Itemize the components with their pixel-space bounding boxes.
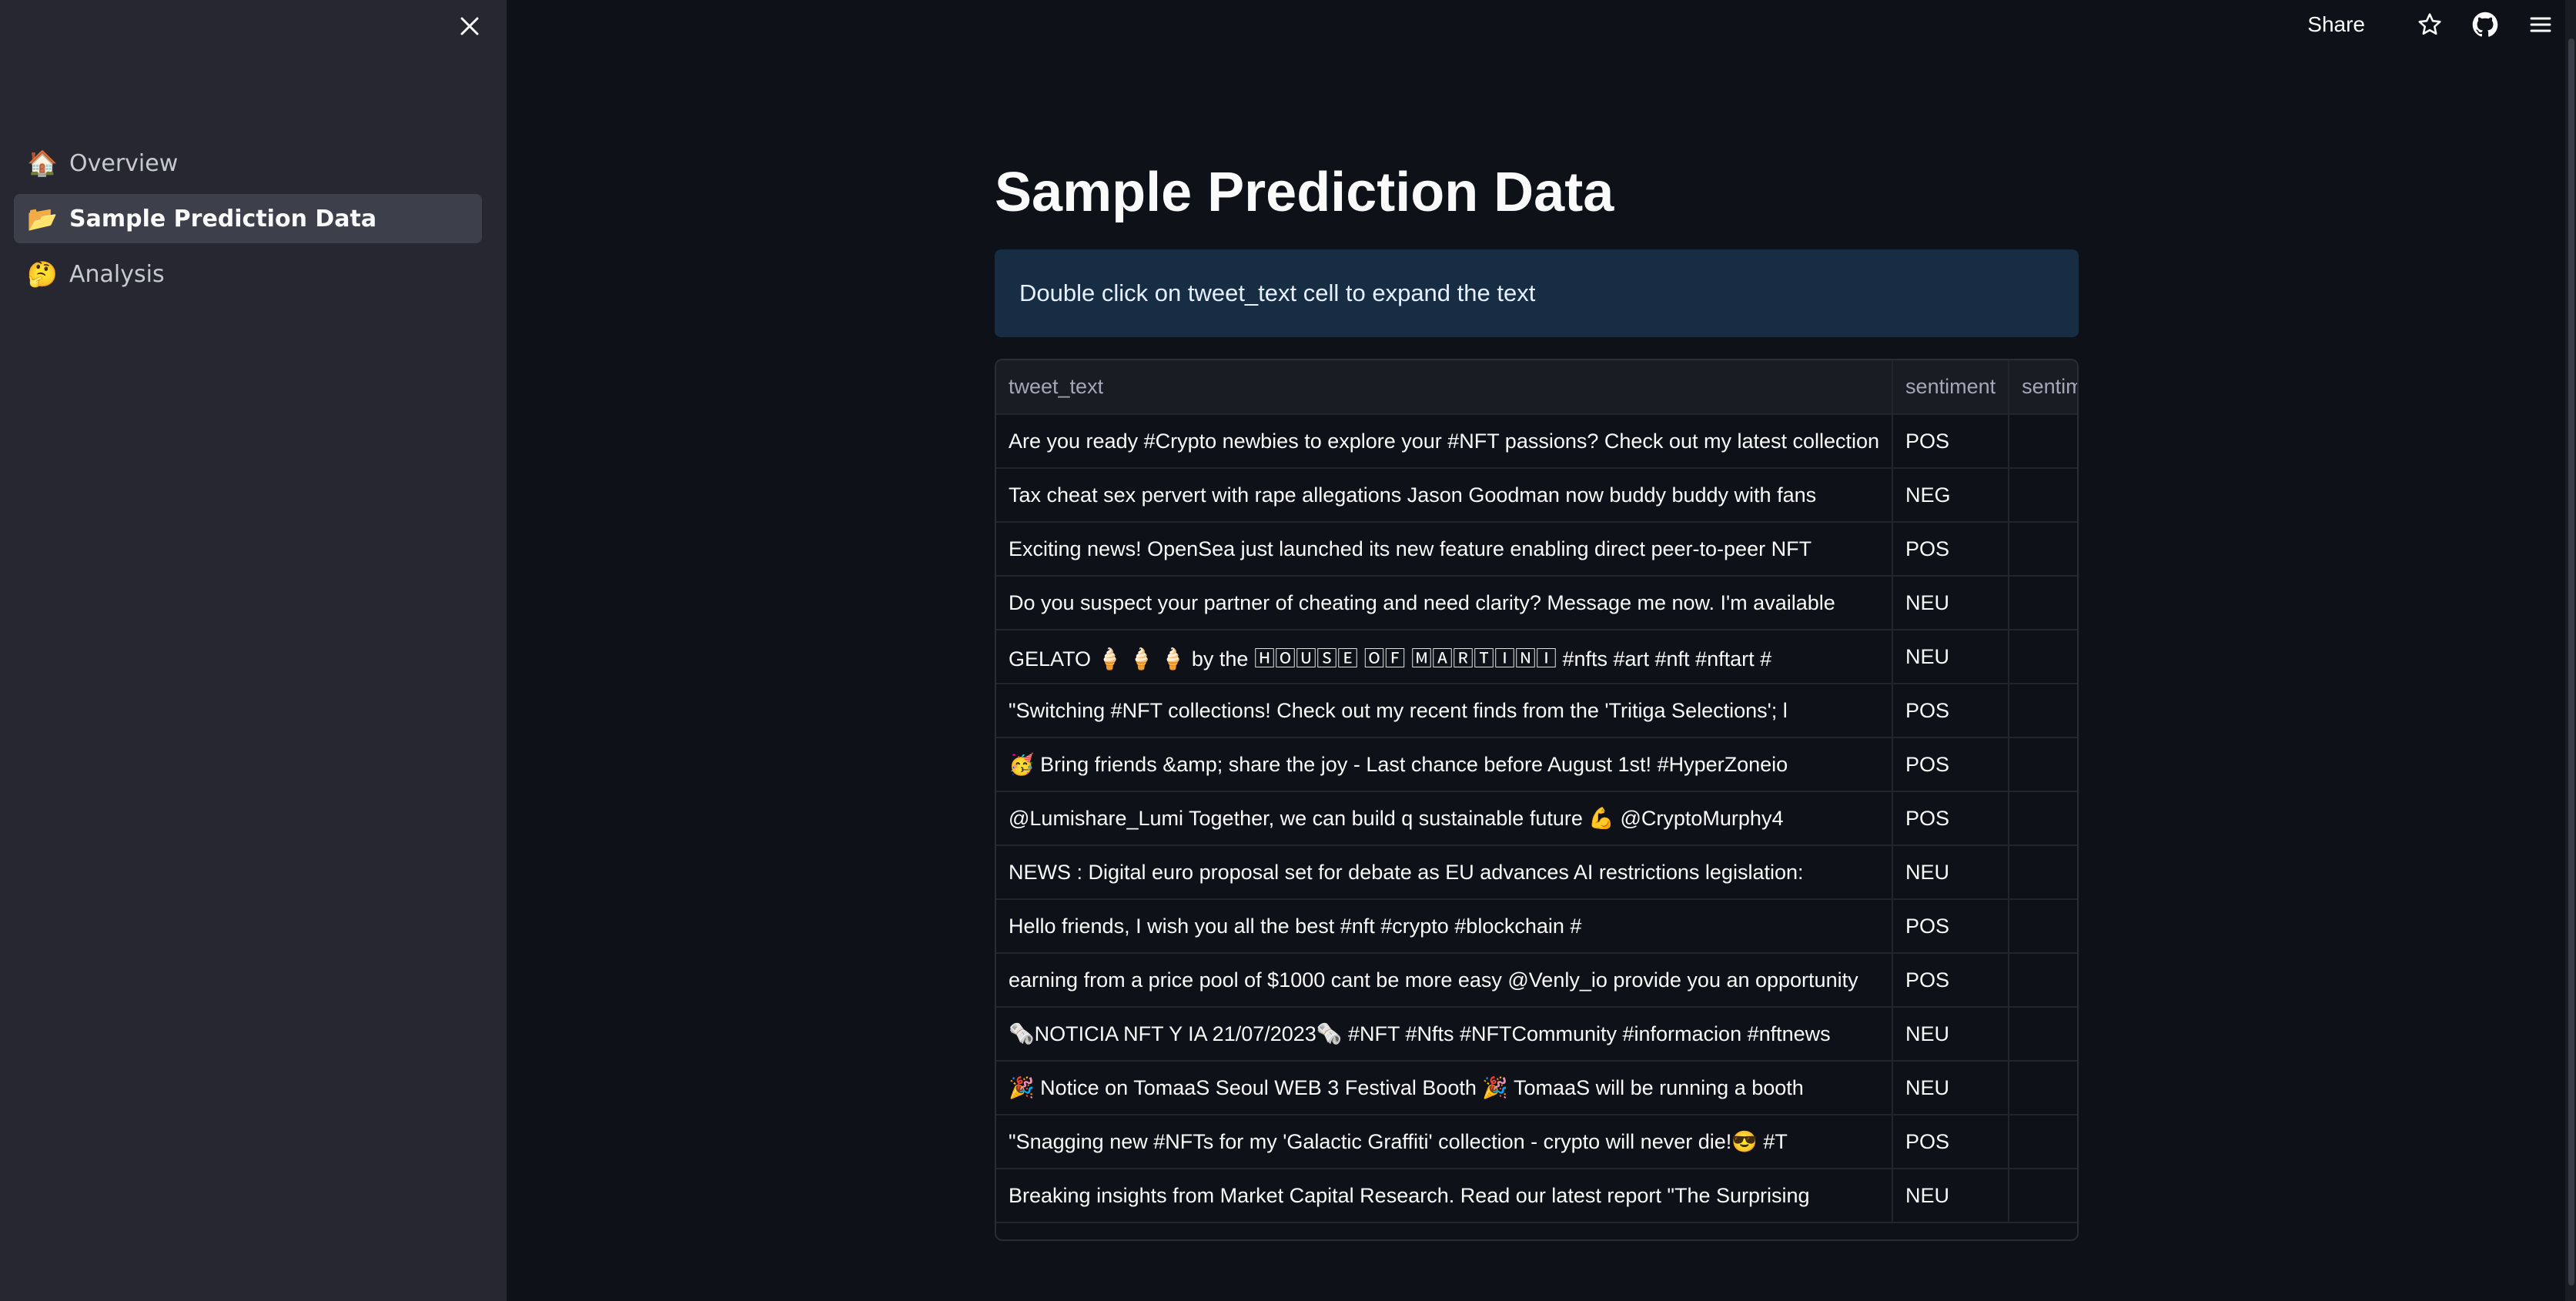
github-button[interactable] bbox=[2470, 9, 2501, 40]
cell-sentiment-score[interactable]: 0.9773 bbox=[2009, 1115, 2077, 1169]
sidebar-item-label: Analysis bbox=[69, 260, 165, 288]
table-body: Are you ready #Crypto newbies to explore… bbox=[996, 414, 2077, 1223]
cell-sentiment[interactable]: NEU bbox=[1892, 1061, 2010, 1115]
table-row[interactable]: earning from a price pool of $1000 cant … bbox=[996, 953, 2077, 1008]
table-row[interactable]: Hello friends, I wish you all the best #… bbox=[996, 899, 2077, 954]
cell-sentiment[interactable]: POS bbox=[1892, 899, 2010, 954]
cell-tweet-text[interactable]: earning from a price pool of $1000 cant … bbox=[996, 953, 1894, 1008]
cell-sentiment[interactable]: POS bbox=[1892, 737, 2010, 792]
table-row[interactable]: 🥳 Bring friends &amp; share the joy - La… bbox=[996, 737, 2077, 792]
info-alert: Double click on tweet_text cell to expan… bbox=[995, 249, 2079, 337]
cell-tweet-text[interactable]: Exciting news! OpenSea just launched its… bbox=[996, 522, 1894, 577]
table-row[interactable]: "Switching #NFT collections! Check out m… bbox=[996, 684, 2077, 738]
sidebar: 🏠 Overview 📂 Sample Prediction Data 🤔 An… bbox=[0, 0, 507, 1301]
github-icon bbox=[2472, 12, 2498, 37]
sidebar-item-overview[interactable]: 🏠 Overview bbox=[14, 139, 482, 188]
cell-tweet-text[interactable]: NEWS : Digital euro proposal set for deb… bbox=[996, 845, 1894, 900]
header-toolbar: Share bbox=[2307, 0, 2576, 49]
cell-sentiment[interactable]: POS bbox=[1892, 1115, 2010, 1169]
scrollbar-thumb[interactable] bbox=[2568, 38, 2574, 1286]
cell-sentiment-score[interactable]: 0.6311 bbox=[2009, 1169, 2077, 1223]
thinking-face-icon: 🤔 bbox=[27, 259, 58, 289]
cell-sentiment[interactable]: POS bbox=[1892, 684, 2010, 738]
cell-tweet-text[interactable]: Breaking insights from Market Capital Re… bbox=[996, 1169, 1894, 1223]
cell-tweet-text[interactable]: 🎉 Notice on TomaaS Seoul WEB 3 Festival … bbox=[996, 1061, 1894, 1115]
cell-sentiment[interactable]: POS bbox=[1892, 522, 2010, 577]
house-icon: 🏠 bbox=[27, 149, 58, 178]
table-row[interactable]: @Lumishare_Lumi Together, we can build q… bbox=[996, 791, 2077, 846]
close-sidebar-button[interactable] bbox=[454, 11, 485, 42]
share-button[interactable]: Share bbox=[2307, 12, 2365, 37]
cell-sentiment-score[interactable]: 0.7204 bbox=[2009, 414, 2077, 469]
cell-sentiment[interactable]: NEU bbox=[1892, 1169, 2010, 1223]
cell-sentiment[interactable]: NEU bbox=[1892, 630, 2010, 684]
cell-tweet-text[interactable]: "Snagging new #NFTs for my 'Galactic Gra… bbox=[996, 1115, 1894, 1169]
column-header-sentiment-score[interactable]: sentiment_score bbox=[2009, 360, 2077, 415]
cell-sentiment-score[interactable]: 0.9761 bbox=[2009, 1061, 2077, 1115]
cell-tweet-text[interactable]: Are you ready #Crypto newbies to explore… bbox=[996, 414, 1894, 469]
cell-tweet-text[interactable]: GELATO 🍦 🍦 🍦 by the 🄷🄾🅄🅂🄴 🄾🄵 🄼🄰🅁🅃🄸🄽🄸 #nf… bbox=[996, 630, 1894, 684]
cell-sentiment[interactable]: NEU bbox=[1892, 1007, 2010, 1062]
table-row[interactable]: Do you suspect your partner of cheating … bbox=[996, 576, 2077, 630]
sidebar-item-label: Sample Prediction Data bbox=[69, 205, 377, 232]
cell-sentiment-score[interactable]: 0.9682 bbox=[2009, 737, 2077, 792]
cell-sentiment[interactable]: POS bbox=[1892, 414, 2010, 469]
cell-sentiment-score[interactable]: 0.9696 bbox=[2009, 791, 2077, 846]
cell-sentiment[interactable]: POS bbox=[1892, 953, 2010, 1008]
main-menu-button[interactable] bbox=[2525, 9, 2556, 40]
sidebar-nav: 🏠 Overview 📂 Sample Prediction Data 🤔 An… bbox=[14, 139, 482, 305]
cell-sentiment-score[interactable]: 0.5698 bbox=[2009, 684, 2077, 738]
sidebar-item-sample-prediction-data[interactable]: 📂 Sample Prediction Data bbox=[14, 194, 482, 243]
cell-sentiment-score[interactable]: 0.9025 bbox=[2009, 845, 2077, 900]
cell-sentiment[interactable]: NEG bbox=[1892, 468, 2010, 523]
cell-sentiment-score[interactable]: 0.8718 bbox=[2009, 953, 2077, 1008]
cell-sentiment-score[interactable]: 0.9753 bbox=[2009, 630, 2077, 684]
menu-icon bbox=[2530, 17, 2551, 32]
cell-sentiment-score[interactable]: 0.9793 bbox=[2009, 468, 2077, 523]
column-header-tweet-text[interactable]: tweet_text bbox=[996, 360, 1894, 415]
table-row[interactable]: Exciting news! OpenSea just launched its… bbox=[996, 522, 2077, 577]
page-scrollbar[interactable] bbox=[2565, 0, 2576, 1301]
sidebar-item-analysis[interactable]: 🤔 Analysis bbox=[14, 249, 482, 299]
table-row[interactable]: GELATO 🍦 🍦 🍦 by the 🄷🄾🅄🅂🄴 🄾🄵 🄼🄰🅁🅃🄸🄽🄸 #nf… bbox=[996, 630, 2077, 684]
folder-icon: 📂 bbox=[27, 204, 58, 233]
cell-tweet-text[interactable]: 🥳 Bring friends &amp; share the joy - La… bbox=[996, 737, 1894, 792]
table-row[interactable]: Tax cheat sex pervert with rape allegati… bbox=[996, 468, 2077, 523]
cell-sentiment-score[interactable]: 0.7925 bbox=[2009, 576, 2077, 630]
table-header-row: tweet_text sentiment sentiment_score t bbox=[996, 360, 2077, 415]
table-row[interactable]: NEWS : Digital euro proposal set for deb… bbox=[996, 845, 2077, 900]
cell-tweet-text[interactable]: Do you suspect your partner of cheating … bbox=[996, 576, 1894, 630]
column-header-sentiment[interactable]: sentiment bbox=[1892, 360, 2010, 415]
cell-sentiment[interactable]: POS bbox=[1892, 791, 2010, 846]
cell-sentiment-score[interactable]: 0.9852 bbox=[2009, 522, 2077, 577]
sidebar-item-label: Overview bbox=[69, 149, 179, 177]
cell-tweet-text[interactable]: 🗞️NOTICIA NFT Y IA 21/07/2023🗞️ #NFT #Nf… bbox=[996, 1007, 1894, 1062]
star-icon bbox=[2418, 13, 2441, 35]
table-row[interactable]: 🗞️NOTICIA NFT Y IA 21/07/2023🗞️ #NFT #Nf… bbox=[996, 1007, 2077, 1062]
cell-tweet-text[interactable]: Tax cheat sex pervert with rape allegati… bbox=[996, 468, 1894, 523]
close-icon bbox=[460, 17, 479, 35]
cell-sentiment-score[interactable]: 0.9907 bbox=[2009, 899, 2077, 954]
info-text: Double click on tweet_text cell to expan… bbox=[1019, 279, 1536, 306]
table-row[interactable]: Are you ready #Crypto newbies to explore… bbox=[996, 414, 2077, 469]
cell-sentiment[interactable]: NEU bbox=[1892, 576, 2010, 630]
cell-tweet-text[interactable]: @Lumishare_Lumi Together, we can build q… bbox=[996, 791, 1894, 846]
data-table[interactable]: tweet_text sentiment sentiment_score t A… bbox=[995, 359, 2079, 1241]
table-row[interactable]: Breaking insights from Market Capital Re… bbox=[996, 1169, 2077, 1223]
cell-sentiment[interactable]: NEU bbox=[1892, 845, 2010, 900]
cell-tweet-text[interactable]: Hello friends, I wish you all the best #… bbox=[996, 899, 1894, 954]
star-button[interactable] bbox=[2414, 9, 2445, 40]
table-row[interactable]: "Snagging new #NFTs for my 'Galactic Gra… bbox=[996, 1115, 2077, 1169]
cell-tweet-text[interactable]: "Switching #NFT collections! Check out m… bbox=[996, 684, 1894, 738]
main-content: Sample Prediction Data Double click on t… bbox=[995, 146, 2079, 1241]
table-row[interactable]: 🎉 Notice on TomaaS Seoul WEB 3 Festival … bbox=[996, 1061, 2077, 1115]
page-title: Sample Prediction Data bbox=[995, 162, 1614, 223]
cell-sentiment-score[interactable]: 0.9528 bbox=[2009, 1007, 2077, 1062]
